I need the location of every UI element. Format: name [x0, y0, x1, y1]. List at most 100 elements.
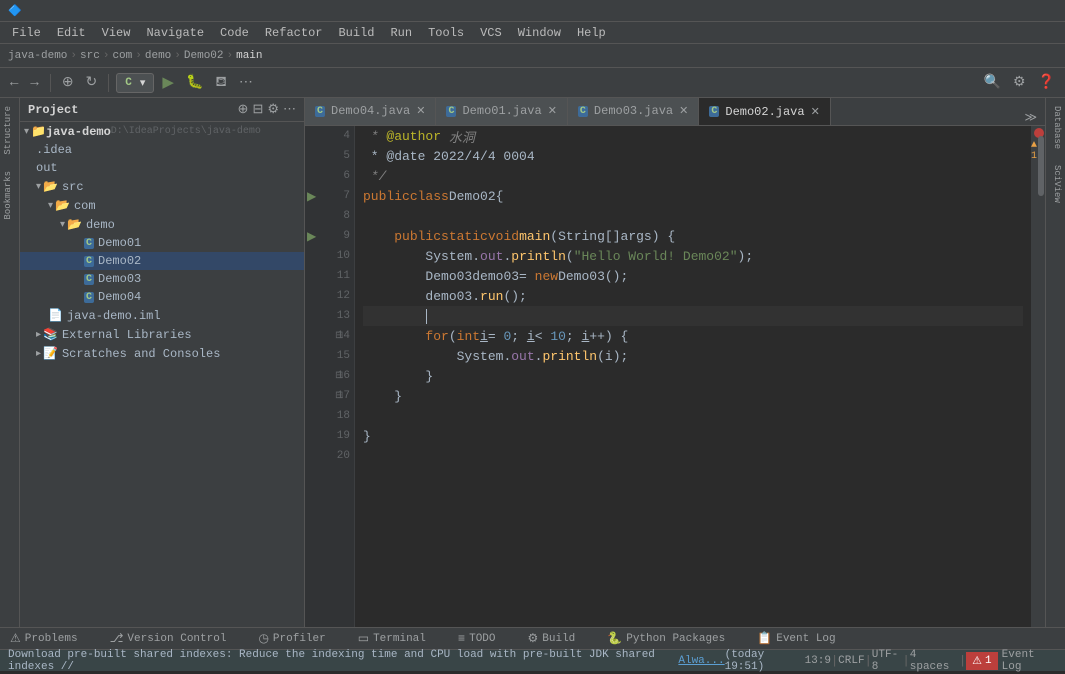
database-tab[interactable]: Database: [1046, 98, 1065, 157]
code-line-16: }: [363, 366, 1023, 386]
toolbar-build-icon[interactable]: ⊕: [58, 72, 78, 93]
bottom-tab-icon: 🐍: [607, 631, 622, 646]
tab-demo04java[interactable]: CDemo04.java✕: [305, 98, 436, 125]
tree-item-demo02[interactable]: C Demo02: [20, 252, 304, 270]
structure-tab[interactable]: Structure: [0, 98, 19, 163]
status-indent[interactable]: 4 spaces: [910, 649, 959, 673]
menu-item-vcs[interactable]: VCS: [472, 24, 510, 42]
bookmarks-tab[interactable]: Bookmarks: [0, 163, 19, 228]
bottom-tab-profiler[interactable]: ◷Profiler: [254, 629, 329, 648]
line-number: 12: [326, 290, 350, 302]
tree-item-root[interactable]: ▾📁 java-demo D:\IdeaProjects\java-demo: [20, 122, 304, 141]
notification-text: Download pre-built shared indexes: Reduc…: [8, 649, 678, 673]
bottom-tab-version-control[interactable]: ⎇Version Control: [106, 629, 231, 648]
tree-settings-btn[interactable]: ⚙: [267, 102, 279, 117]
settings-btn[interactable]: ⚙: [1009, 72, 1030, 93]
run-button[interactable]: ▶: [158, 71, 178, 94]
collapse-all-btn[interactable]: ⊟: [252, 102, 263, 117]
tree-item-out[interactable]: out: [20, 159, 304, 177]
debug-button[interactable]: 🐛: [182, 72, 207, 93]
notification-time: (today 19:51): [725, 649, 805, 673]
help-btn[interactable]: ❓: [1034, 72, 1059, 93]
breadcrumb-main[interactable]: main: [236, 50, 262, 62]
run-gutter-icon[interactable]: ▶: [307, 189, 316, 204]
breadcrumb-java-demo[interactable]: java-demo: [8, 50, 67, 62]
bottom-tab-terminal[interactable]: ▭Terminal: [354, 629, 430, 648]
tab-demo03java[interactable]: CDemo03.java✕: [568, 98, 699, 125]
tree-item-external-libraries[interactable]: ▸📚External Libraries: [20, 325, 304, 344]
editor-scrollbar[interactable]: ▲ 1: [1031, 126, 1045, 627]
bottom-tab-python-packages[interactable]: 🐍Python Packages: [603, 629, 729, 648]
gutter-row-20: 20: [305, 446, 354, 466]
status-line-ending[interactable]: CRLF: [838, 655, 864, 667]
folder-icon: 📂: [67, 217, 82, 232]
tab-close-btn[interactable]: ✕: [811, 105, 820, 119]
gutter-row-11: 11: [305, 266, 354, 286]
tree-item-demo04[interactable]: C Demo04: [20, 288, 304, 306]
fold-marker[interactable]: ⊟: [335, 330, 343, 342]
toolbar-back[interactable]: ←: [6, 73, 22, 93]
breadcrumb-Demo02[interactable]: Demo02: [184, 50, 224, 62]
toolbar-sep-1: [50, 74, 51, 92]
fold-marker[interactable]: ⊟: [335, 390, 343, 402]
tree-item-src[interactable]: ▾📂src: [20, 177, 304, 196]
more-run-button[interactable]: ⋯: [235, 72, 257, 93]
tree-more-btn[interactable]: ⋯: [283, 102, 296, 117]
line-number: 6: [326, 170, 350, 182]
menu-item-run[interactable]: Run: [382, 24, 420, 42]
tree-item-com[interactable]: ▾📂com: [20, 196, 304, 215]
menu-item-file[interactable]: File: [4, 24, 49, 42]
fold-marker[interactable]: ⊟: [335, 370, 343, 382]
bottom-tab-problems[interactable]: ⚠Problems: [6, 629, 82, 648]
gutter-row-7: ▶7: [305, 186, 354, 206]
run-gutter-icon[interactable]: ▶: [307, 229, 316, 244]
toolbar-sync-icon[interactable]: ↻: [82, 72, 102, 93]
bottom-tab-icon: ⚠: [10, 631, 21, 646]
scrollbar-thumb[interactable]: [1038, 136, 1044, 196]
tree-item-scratches-and-consoles[interactable]: ▸📝Scratches and Consoles: [20, 344, 304, 363]
class-icon: C: [84, 274, 94, 285]
line-number: 18: [326, 410, 350, 422]
toolbar-forward[interactable]: →: [26, 73, 42, 93]
menu-item-navigate[interactable]: Navigate: [138, 24, 212, 42]
code-line-8: [363, 206, 1023, 226]
menu-item-code[interactable]: Code: [212, 24, 257, 42]
tree-item-demo[interactable]: ▾📂demo: [20, 215, 304, 234]
tree-item-demo03[interactable]: C Demo03: [20, 270, 304, 288]
tab-demo02java[interactable]: CDemo02.java✕: [699, 98, 830, 125]
menu-item-help[interactable]: Help: [569, 24, 614, 42]
menu-item-edit[interactable]: Edit: [49, 24, 94, 42]
tab-more-btn[interactable]: ≫: [1016, 110, 1045, 125]
tab-close-btn[interactable]: ✕: [548, 104, 557, 118]
folder-icon: 📂: [55, 198, 70, 213]
menu-item-tools[interactable]: Tools: [420, 24, 472, 42]
tree-item-.idea[interactable]: .idea: [20, 141, 304, 159]
coverage-button[interactable]: ⛾: [211, 72, 230, 94]
breadcrumb-src[interactable]: src: [80, 50, 100, 62]
tree-item-java-demo.iml[interactable]: 📄java-demo.iml: [20, 306, 304, 325]
menu-item-view[interactable]: View: [94, 24, 139, 42]
code-editor[interactable]: * @author 水洞 * @date 2022/4/4 0004 */pub…: [355, 126, 1031, 627]
breadcrumb-com[interactable]: com: [112, 50, 132, 62]
add-to-project-btn[interactable]: ⊕: [238, 102, 249, 117]
tree-item-demo01[interactable]: C Demo01: [20, 234, 304, 252]
menu-item-refactor[interactable]: Refactor: [257, 24, 331, 42]
run-config-dropdown[interactable]: C ▾: [116, 73, 154, 93]
status-cursor[interactable]: 13:9: [805, 655, 831, 667]
notification-link[interactable]: Alwa...: [678, 655, 724, 667]
status-event-log[interactable]: ⚠1: [966, 652, 997, 670]
tab-close-btn[interactable]: ✕: [679, 104, 688, 118]
tab-demo01java[interactable]: CDemo01.java✕: [436, 98, 567, 125]
breadcrumb-demo[interactable]: demo: [145, 50, 171, 62]
status-event-label[interactable]: Event Log: [1002, 649, 1057, 673]
tab-close-btn[interactable]: ✕: [416, 104, 425, 118]
menu-item-window[interactable]: Window: [510, 24, 569, 42]
status-encoding[interactable]: UTF-8: [872, 649, 903, 673]
tab-label: Demo04.java: [331, 104, 410, 118]
bottom-tab-build[interactable]: ⚙Build: [524, 629, 580, 648]
search-everywhere-btn[interactable]: 🔍: [980, 72, 1005, 93]
bottom-tab-event-log[interactable]: 📋Event Log: [753, 629, 839, 648]
bottom-tab-todo[interactable]: ≡TODO: [454, 630, 500, 648]
menu-item-build[interactable]: Build: [330, 24, 382, 42]
sciview-tab[interactable]: SciView: [1046, 157, 1065, 211]
